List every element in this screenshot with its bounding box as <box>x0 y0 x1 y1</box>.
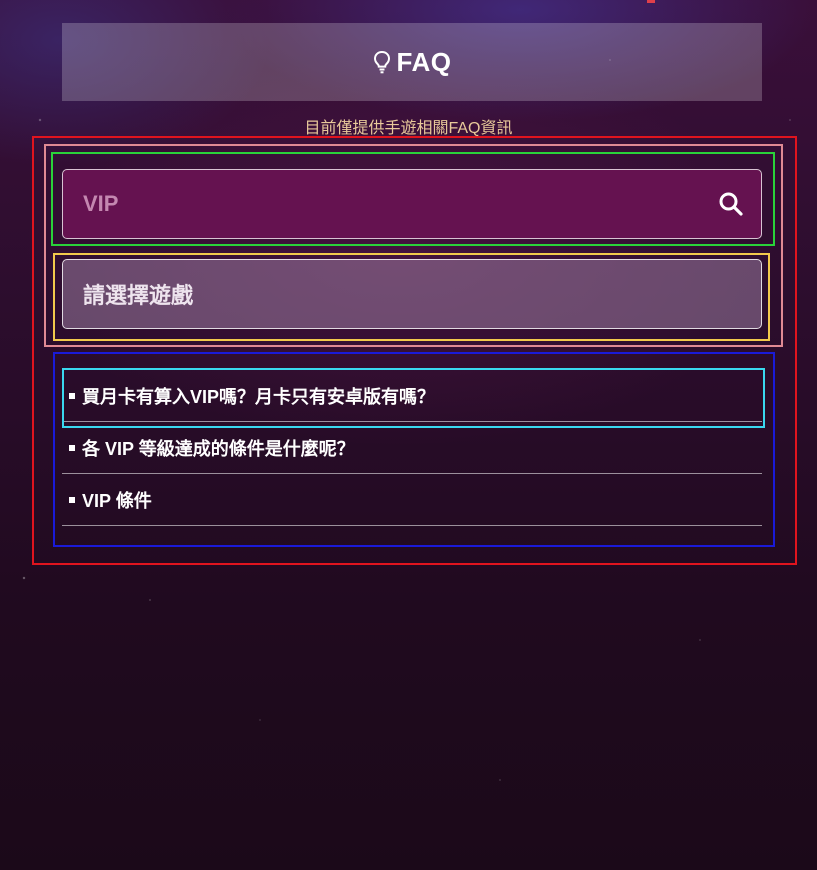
notice-text: 目前僅提供手遊相關FAQ資訊 <box>304 120 513 137</box>
faq-item[interactable]: VIP 條件 <box>62 474 762 526</box>
bullet-icon <box>69 496 75 503</box>
top-accent-mark <box>647 0 655 3</box>
highlight-box-cyan <box>62 368 765 428</box>
faq-item[interactable]: 各 VIP 等級達成的條件是什麼呢？ <box>62 422 762 474</box>
search-icon <box>719 192 743 216</box>
faq-question: VIP 條件 <box>82 490 152 511</box>
game-select-dropdown[interactable]: 請選擇遊戲 <box>62 259 762 329</box>
lightbulb-icon <box>373 50 391 74</box>
bullet-icon <box>69 444 75 451</box>
game-select-label: 請選擇遊戲 <box>83 283 194 308</box>
page-title: FAQ <box>396 46 452 77</box>
faq-header: FAQ <box>62 23 762 101</box>
search-box <box>62 169 762 239</box>
faq-question: 各 VIP 等級達成的條件是什麼呢？ <box>82 438 355 459</box>
search-button[interactable] <box>701 170 761 238</box>
search-input[interactable] <box>63 170 701 238</box>
